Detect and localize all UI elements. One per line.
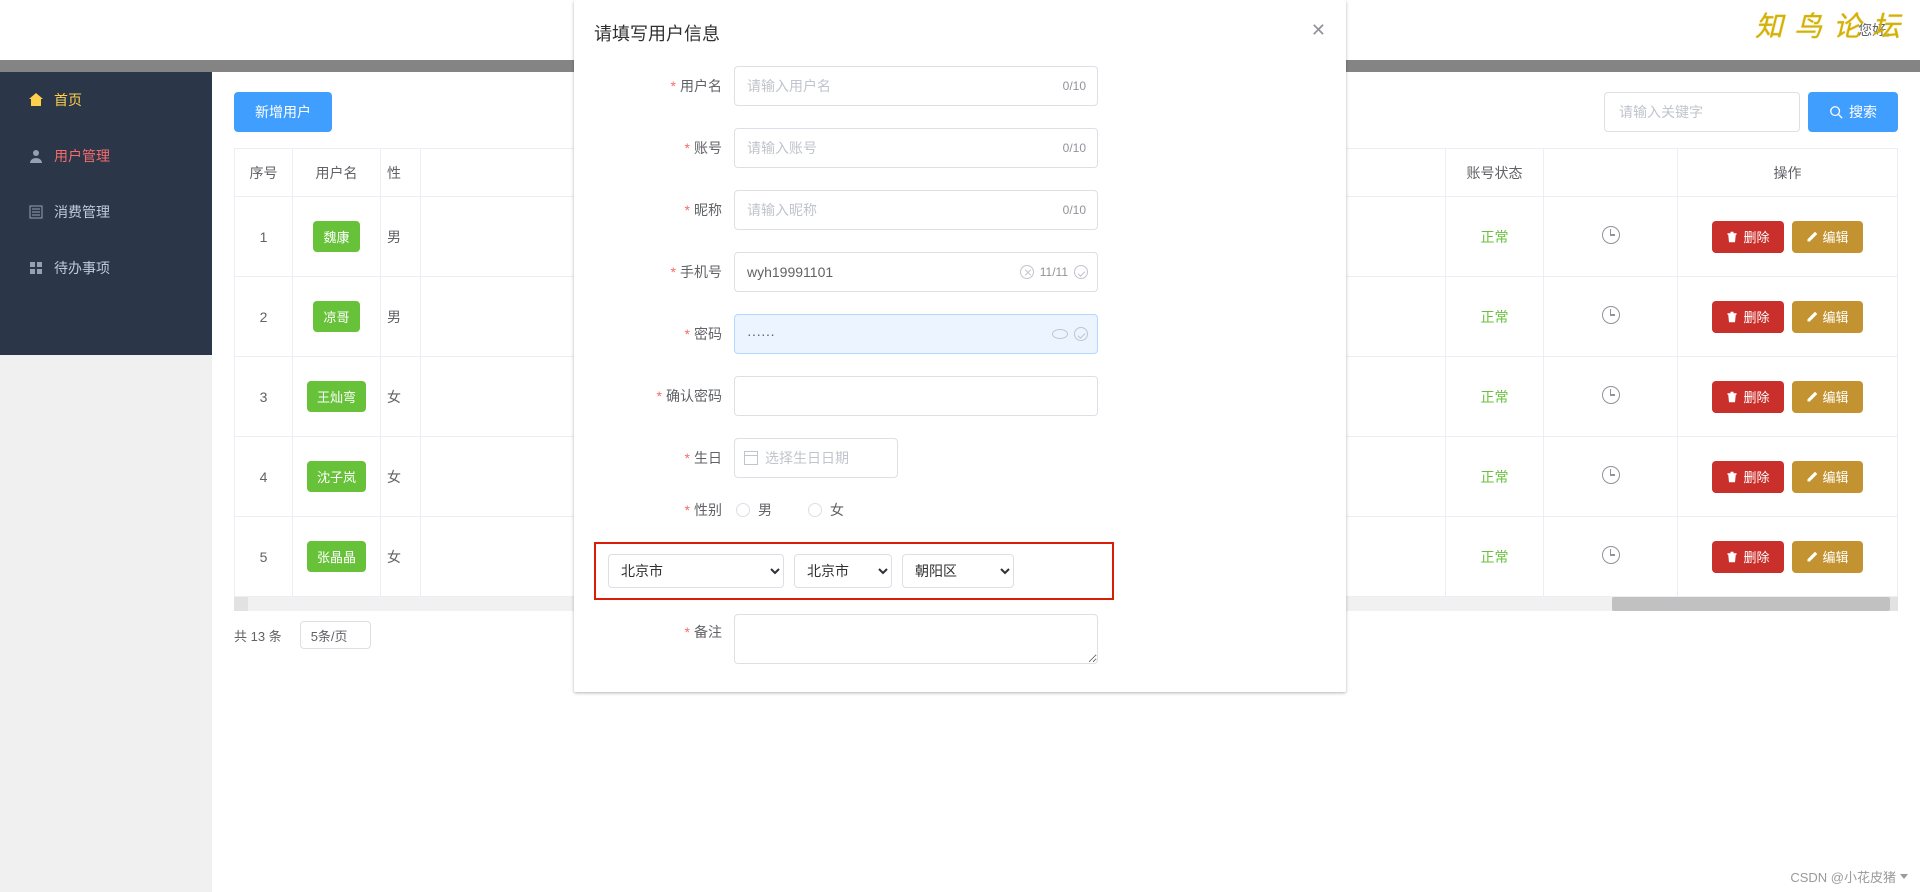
label-confirm: 确认密码: [594, 386, 734, 406]
radio-female-label: 女: [830, 500, 844, 520]
check-icon: [1074, 327, 1088, 341]
counter-account: 0/10: [1061, 141, 1088, 155]
check-icon: [1074, 265, 1088, 279]
label-phone: 手机号: [594, 262, 734, 282]
calendar-icon: [744, 451, 758, 465]
dialog-body: 用户名 0/10 账号 0/10 昵称 0/10 手机号: [574, 56, 1346, 664]
radio-dot: [808, 503, 822, 517]
password-suffix: [1052, 327, 1088, 341]
radio-female[interactable]: 女: [808, 500, 844, 520]
counter-username: 0/10: [1061, 79, 1088, 93]
form-row-account: 账号 0/10: [594, 128, 1326, 168]
phone-suffix: 11/11: [1020, 265, 1088, 279]
label-account: 账号: [594, 138, 734, 158]
dialog-title: 请填写用户信息: [594, 24, 720, 44]
dialog-close-button[interactable]: ✕: [1311, 20, 1326, 41]
label-gender: 性别: [594, 500, 734, 520]
label-nickname: 昵称: [594, 200, 734, 220]
input-confirm-password[interactable]: [734, 376, 1098, 416]
clear-icon[interactable]: [1020, 265, 1034, 279]
form-row-remark: 备注: [594, 614, 1326, 664]
label-remark: 备注: [594, 614, 734, 642]
input-password[interactable]: [734, 314, 1098, 354]
eye-icon[interactable]: [1052, 329, 1068, 339]
radio-male[interactable]: 男: [736, 500, 772, 520]
input-account[interactable]: [734, 128, 1098, 168]
counter-phone: 11/11: [1040, 265, 1068, 279]
input-remark[interactable]: [734, 614, 1098, 664]
form-row-phone: 手机号 11/11: [594, 252, 1326, 292]
close-icon: ✕: [1311, 20, 1326, 40]
label-password: 密码: [594, 324, 734, 344]
user-form-dialog: 请填写用户信息 ✕ 用户名 0/10 账号 0/10 昵称 0/10: [574, 0, 1346, 692]
label-birthday: 生日: [594, 448, 734, 468]
label-username: 用户名: [594, 76, 734, 96]
form-row-nickname: 昵称 0/10: [594, 190, 1326, 230]
form-row-gender: 性别 男 女: [594, 500, 1326, 520]
counter-nickname: 0/10: [1061, 203, 1088, 217]
watermark-top: 知 鸟 论 坛: [1755, 5, 1902, 45]
input-username[interactable]: [734, 66, 1098, 106]
form-row-username: 用户名 0/10: [594, 66, 1326, 106]
region-selects: 北京市 北京市 朝阳区: [594, 542, 1114, 600]
dialog-header: 请填写用户信息 ✕: [574, 0, 1346, 56]
input-nickname[interactable]: [734, 190, 1098, 230]
select-district[interactable]: 朝阳区: [902, 554, 1014, 588]
radio-dot: [736, 503, 750, 517]
form-row-birthday: 生日: [594, 438, 1326, 478]
form-row-password: 密码: [594, 314, 1326, 354]
form-row-confirm: 确认密码: [594, 376, 1326, 416]
input-birthday[interactable]: [734, 438, 898, 478]
watermark-footer: CSDN @小花皮猪: [1790, 867, 1908, 886]
radio-male-label: 男: [758, 500, 772, 520]
select-province[interactable]: 北京市: [608, 554, 784, 588]
select-city[interactable]: 北京市: [794, 554, 892, 588]
